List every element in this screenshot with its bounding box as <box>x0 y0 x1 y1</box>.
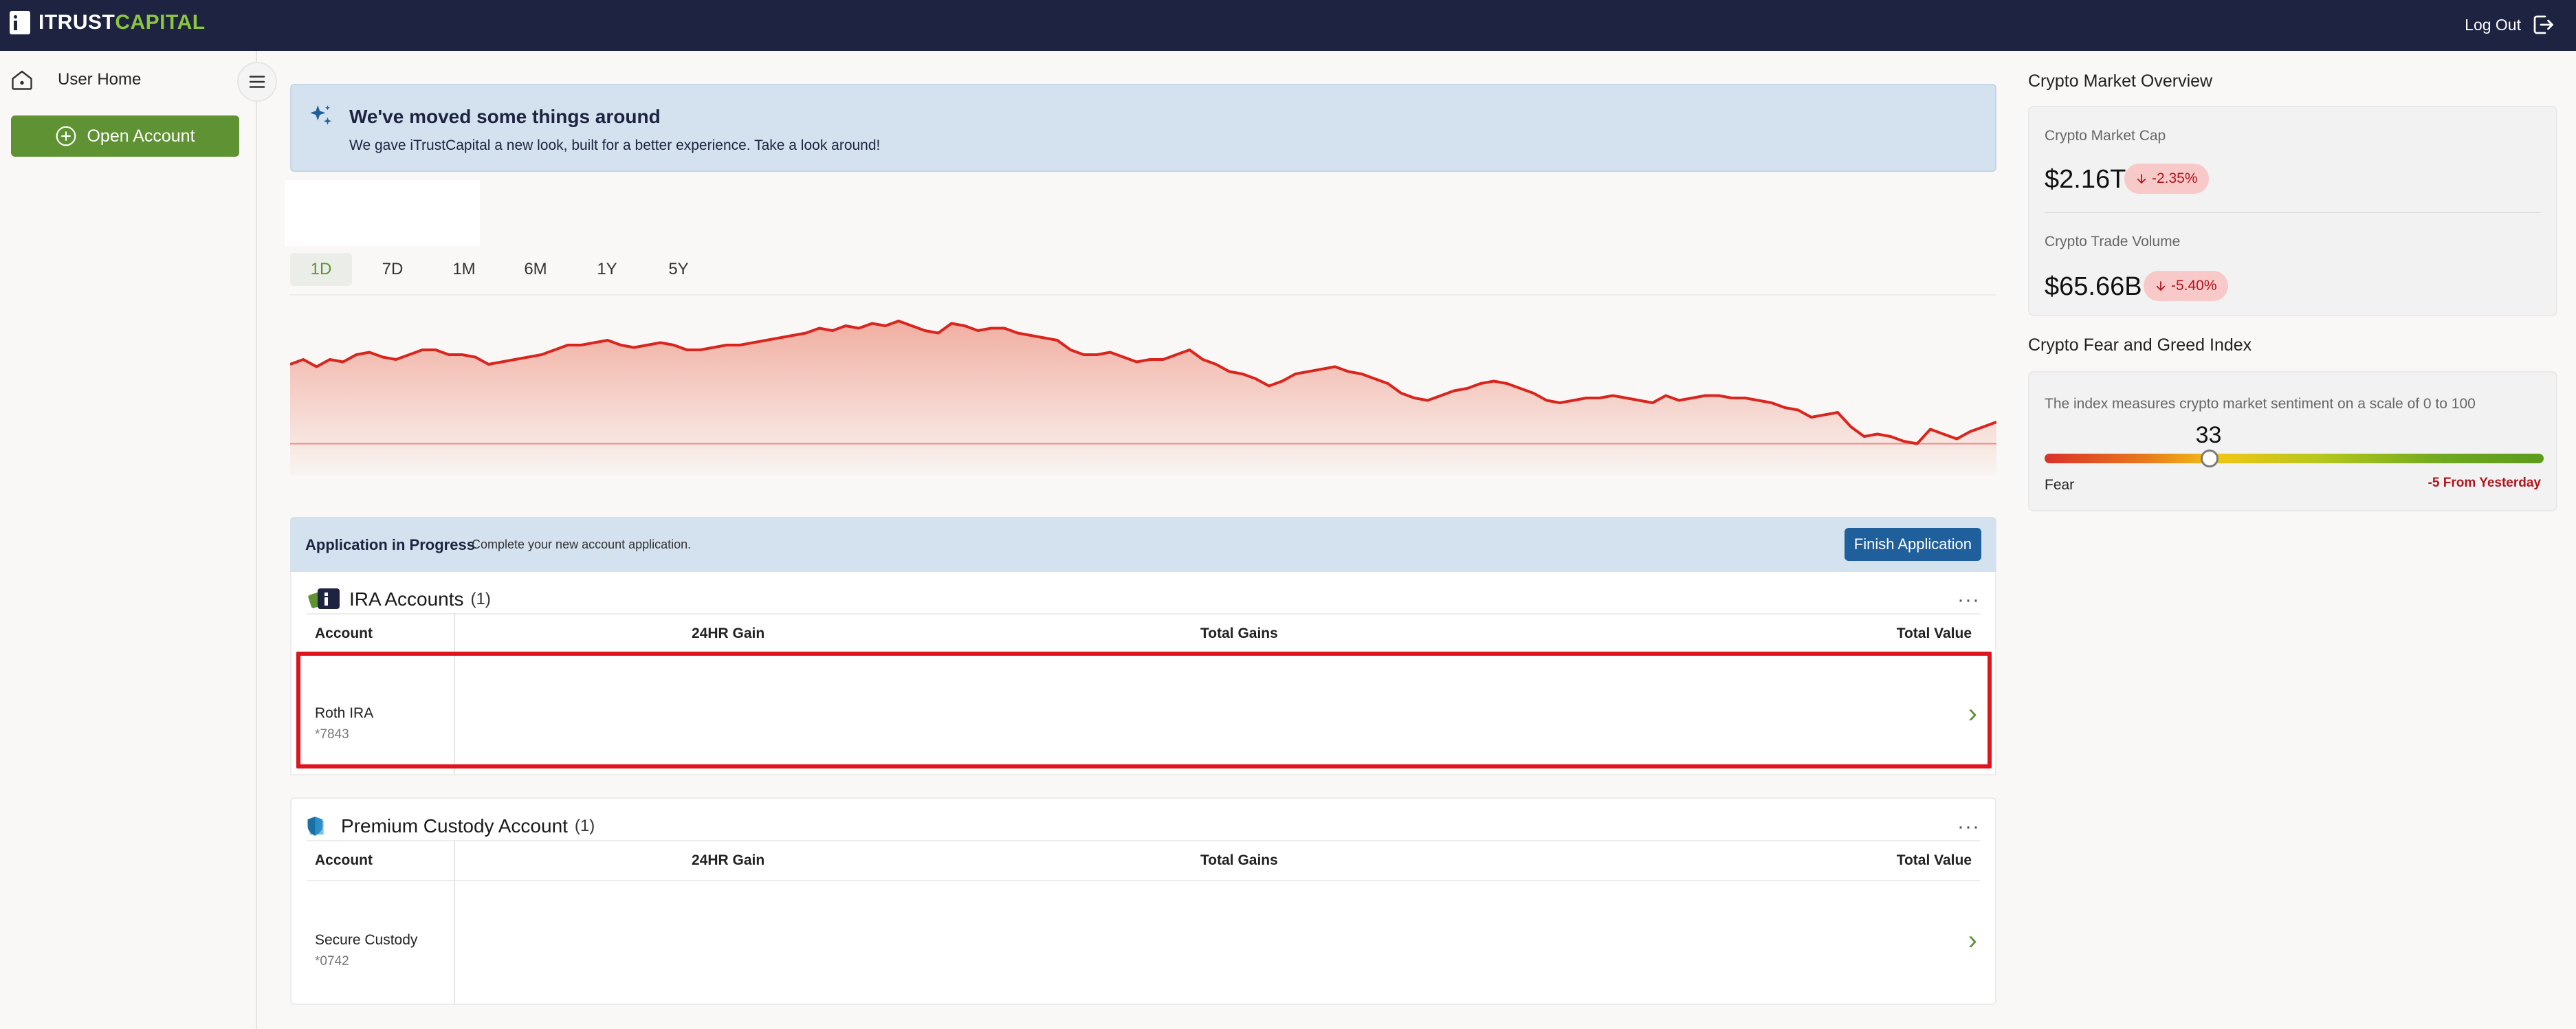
panel-divider <box>2045 212 2541 213</box>
tab-range-1y[interactable]: 1Y <box>576 253 638 286</box>
market-cap-value: $2.16T <box>2045 165 2126 194</box>
fear-greed-title: Crypto Fear and Greed Index <box>2028 335 2252 355</box>
portfolio-chart-svg <box>289 320 1997 476</box>
tab-range-7d[interactable]: 7D <box>362 253 423 286</box>
column-total-value: Total Value <box>1896 626 1972 641</box>
open-account-button[interactable]: Open Account <box>11 115 239 157</box>
hamburger-icon <box>249 76 265 88</box>
sidebar-item-user-home[interactable]: User Home <box>10 67 141 92</box>
logo-text-itrust: ITRUST <box>38 11 115 34</box>
logo-mark-icon <box>10 11 30 34</box>
open-account-label: Open Account <box>87 126 195 146</box>
logo-text-capital: CAPITAL <box>115 11 206 34</box>
premium-custody-card: Premium Custody Account (1) ··· Account … <box>290 797 1996 1005</box>
application-title: Application in Progress <box>305 536 475 553</box>
arrow-down-icon <box>2156 281 2166 291</box>
tab-range-1m[interactable]: 1M <box>433 253 495 286</box>
portfolio-chart <box>289 294 1997 476</box>
menu-toggle-button[interactable] <box>237 62 277 102</box>
plus-circle-icon <box>56 126 76 146</box>
trade-volume-label: Crypto Trade Volume <box>2045 234 2181 250</box>
finish-application-button[interactable]: Finish Application <box>1844 528 1981 561</box>
account-number: *0742 <box>315 954 349 969</box>
ira-wallet-icon <box>308 588 340 609</box>
announcement-banner: We've moved some things around We gave i… <box>290 84 1996 172</box>
time-range-tabs: 1D 7D 1M 6M 1Y 5Y <box>290 253 719 286</box>
column-total-value: Total Value <box>1896 852 1972 868</box>
trade-volume-value: $65.66B <box>2045 272 2142 301</box>
crypto-market-overview-panel: Crypto Market Cap $2.16T -2.35% Crypto T… <box>2028 106 2557 316</box>
premium-table-header: Account 24HR Gain Total Gains Total Valu… <box>307 840 1980 881</box>
ira-more-options-icon[interactable]: ··· <box>1957 588 1980 612</box>
column-total-gains: Total Gains <box>1200 852 1278 868</box>
arrow-down-icon <box>2137 174 2146 184</box>
fear-greed-value: 33 <box>2195 422 2222 448</box>
ira-accounts-count: (1) <box>470 590 491 608</box>
banner-title: We've moved some things around <box>349 106 661 127</box>
ira-accounts-title: IRA Accounts <box>349 588 464 610</box>
premium-more-options-icon[interactable]: ··· <box>1957 815 1980 839</box>
fear-greed-gauge <box>2045 454 2544 463</box>
itrustcapital-logo[interactable]: ITRUSTCAPITAL <box>10 11 206 34</box>
custody-shield-icon <box>307 817 324 836</box>
application-description: Complete your new account application. <box>472 538 692 551</box>
fear-greed-change: -5 From Yesterday <box>2428 476 2541 490</box>
market-cap-change: -2.35% <box>2152 170 2198 186</box>
banner-text: We gave iTrustCapital a new look, built … <box>349 137 881 153</box>
crypto-market-overview-title: Crypto Market Overview <box>2028 71 2213 91</box>
log-out-icon <box>2533 15 2553 34</box>
chevron-right-icon[interactable]: › <box>1968 925 1977 956</box>
ira-accounts-header: IRA Accounts (1) <box>307 586 491 613</box>
top-bar: ITRUSTCAPITAL Log Out <box>0 0 2576 51</box>
logo-text: ITRUSTCAPITAL <box>38 11 206 34</box>
premium-custody-header: Premium Custody Account (1) <box>307 812 595 840</box>
sidebar-item-label: User Home <box>58 70 142 89</box>
fear-greed-description: The index measures crypto market sentime… <box>2045 396 2476 412</box>
tab-range-5y[interactable]: 5Y <box>648 253 709 286</box>
tab-range-1d[interactable]: 1D <box>290 253 352 286</box>
home-icon <box>12 70 32 90</box>
fear-greed-panel: The index measures crypto market sentime… <box>2028 371 2557 511</box>
sparkle-icon <box>310 105 332 125</box>
application-in-progress-bar: Application in Progress Complete your ne… <box>290 517 1996 572</box>
log-out-label: Log Out <box>2465 15 2521 34</box>
column-account: Account <box>315 626 373 641</box>
premium-custody-count: (1) <box>574 817 595 835</box>
trade-volume-change: -5.40% <box>2171 278 2217 294</box>
market-cap-label: Crypto Market Cap <box>2045 128 2166 144</box>
column-24hr-gain: 24HR Gain <box>692 852 765 868</box>
market-cap-change-badge: -2.35% <box>2124 164 2209 194</box>
roth-ira-highlight-box <box>296 652 1992 768</box>
portfolio-value-placeholder <box>285 180 480 246</box>
sidebar: User Home Open Account <box>0 51 257 1029</box>
fear-greed-indicator <box>2200 450 2219 467</box>
account-name: Secure Custody <box>315 932 418 948</box>
column-account: Account <box>315 852 373 868</box>
column-total-gains: Total Gains <box>1200 626 1278 641</box>
tab-range-6m[interactable]: 6M <box>505 253 566 286</box>
ira-table-header: Account 24HR Gain Total Gains Total Valu… <box>307 613 1980 654</box>
log-out-button[interactable]: Log Out <box>2465 12 2555 37</box>
fear-greed-sentiment: Fear <box>2045 477 2075 493</box>
column-24hr-gain: 24HR Gain <box>692 626 765 641</box>
premium-custody-title: Premium Custody Account <box>341 815 568 837</box>
table-row-secure-custody[interactable]: Secure Custody *0742 › <box>291 883 1995 1004</box>
trade-volume-change-badge: -5.40% <box>2144 271 2228 301</box>
